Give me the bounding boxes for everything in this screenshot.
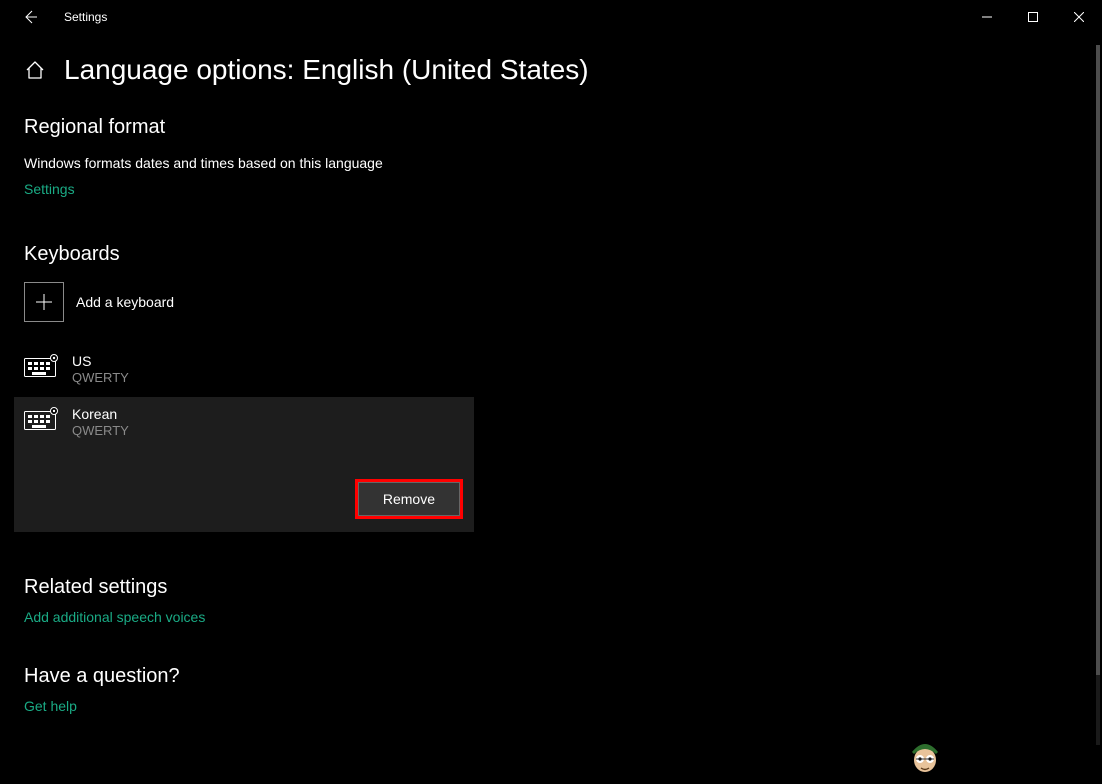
- back-button[interactable]: [16, 3, 44, 31]
- keyboard-item-korean[interactable]: Korean QWERTY Remove: [14, 397, 474, 532]
- window-title: Settings: [64, 10, 107, 24]
- related-settings-section: Related settings Add additional speech v…: [24, 576, 1078, 627]
- maximize-icon: [1028, 12, 1038, 22]
- keyboard-icon: [24, 354, 60, 378]
- remove-keyboard-button[interactable]: Remove: [358, 482, 460, 516]
- keyboard-name: US: [72, 352, 129, 370]
- add-keyboard-label: Add a keyboard: [76, 294, 174, 310]
- home-icon: [24, 59, 46, 81]
- titlebar: Settings: [0, 0, 1102, 34]
- page-content: Language options: English (United States…: [0, 34, 1102, 716]
- plus-icon: [35, 293, 53, 311]
- minimize-icon: [982, 12, 992, 22]
- keyboard-layout: QWERTY: [72, 370, 129, 387]
- keyboards-section: Keyboards Add a keyboard US QWERTY: [24, 243, 1078, 532]
- page-title: Language options: English (United States…: [64, 54, 589, 86]
- related-settings-heading: Related settings: [24, 576, 1078, 599]
- plus-icon-box: [24, 282, 64, 322]
- keyboard-item-us[interactable]: US QWERTY: [24, 344, 1078, 397]
- add-keyboard-button[interactable]: Add a keyboard: [24, 282, 1078, 322]
- get-help-link[interactable]: Get help: [24, 698, 77, 714]
- regional-format-description: Windows formats dates and times based on…: [24, 155, 1078, 171]
- scrollbar-thumb[interactable]: [1096, 45, 1100, 675]
- regional-settings-link[interactable]: Settings: [24, 181, 75, 197]
- keyboard-item-row: Korean QWERTY: [24, 405, 464, 440]
- keyboard-icon: [24, 407, 60, 431]
- mascot-avatar-icon: [908, 732, 942, 774]
- window-controls: [964, 0, 1102, 34]
- page-header: Language options: English (United States…: [24, 54, 1078, 86]
- have-a-question-heading: Have a question?: [24, 665, 1078, 688]
- home-button[interactable]: [24, 59, 46, 81]
- back-arrow-icon: [22, 9, 38, 25]
- close-button[interactable]: [1056, 0, 1102, 34]
- vertical-scrollbar[interactable]: [1096, 45, 1100, 745]
- close-icon: [1074, 12, 1084, 22]
- minimize-button[interactable]: [964, 0, 1010, 34]
- add-speech-voices-link[interactable]: Add additional speech voices: [24, 609, 205, 625]
- keyboard-label-box: US QWERTY: [72, 352, 129, 387]
- remove-button-row: Remove: [24, 482, 464, 516]
- keyboard-label-box: Korean QWERTY: [72, 405, 129, 440]
- have-a-question-section: Have a question? Get help: [24, 665, 1078, 716]
- maximize-button[interactable]: [1010, 0, 1056, 34]
- keyboard-name: Korean: [72, 405, 129, 423]
- keyboards-heading: Keyboards: [24, 243, 1078, 266]
- keyboard-layout: QWERTY: [72, 423, 129, 440]
- regional-format-heading: Regional format: [24, 116, 1078, 139]
- regional-format-section: Regional format Windows formats dates an…: [24, 116, 1078, 199]
